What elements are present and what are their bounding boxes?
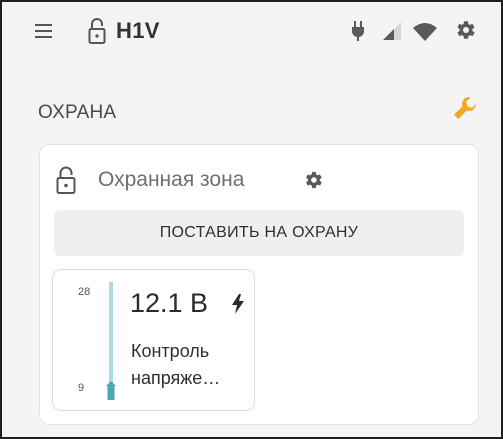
settings-gear-icon[interactable]	[453, 18, 477, 42]
zone-card: Охранная зона ПОСТАВИТЬ НА ОХРАНУ 28 9 1…	[39, 144, 479, 425]
app-title: H1V	[116, 18, 160, 43]
voltage-value: 12.1 В	[130, 288, 209, 318]
signal-icon	[383, 22, 401, 40]
voltage-sensor-widget[interactable]: 28 9 12.1 В Контроль напряже…	[52, 269, 255, 411]
wifi-icon	[413, 23, 437, 41]
plug-icon	[352, 21, 364, 41]
zone-lock-icon	[56, 166, 76, 194]
zone-settings-gear-icon[interactable]	[302, 169, 324, 191]
wrench-icon[interactable]	[452, 95, 478, 121]
app-frame: H1V ОХРАНА Охранная зона ПОСТАВИТЬ НА ОХ…	[0, 0, 503, 439]
gauge-scale-max: 28	[78, 286, 91, 298]
gauge-scale-min: 9	[78, 382, 85, 394]
zone-title: Охранная зона	[98, 168, 245, 191]
menu-icon[interactable]	[35, 24, 52, 38]
section-title: ОХРАНА	[38, 102, 117, 123]
app-header: H1V	[2, 2, 501, 64]
sensor-label-line1: Контроль	[131, 341, 210, 361]
arm-zone-button[interactable]: ПОСТАВИТЬ НА ОХРАНУ	[54, 210, 464, 256]
sensor-label-line2: напряже…	[131, 368, 221, 388]
voltage-gauge-bar	[106, 282, 116, 400]
lightning-bolt-icon	[232, 294, 244, 314]
lock-icon	[88, 18, 106, 44]
sensor-label: Контроль напряже…	[131, 338, 251, 392]
